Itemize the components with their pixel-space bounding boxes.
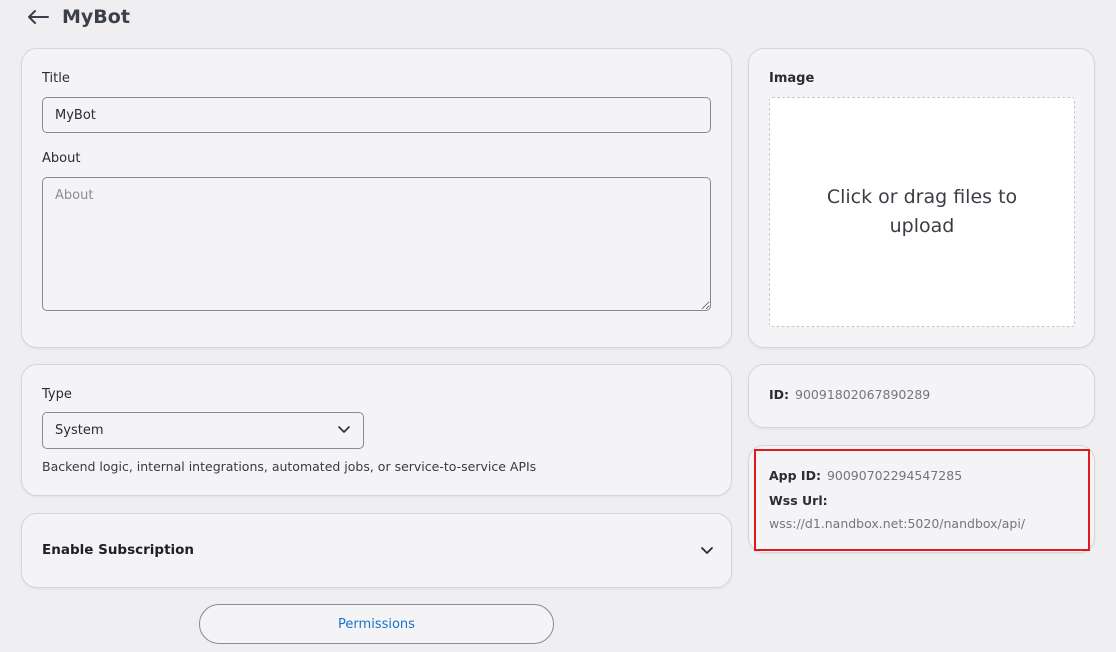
app-connection-card: App ID: 90090702294547285 Wss Url: wss://…: [748, 445, 1095, 553]
chevron-down-icon: [337, 421, 351, 440]
app-id-value: 90090702294547285: [826, 468, 963, 483]
about-input[interactable]: [42, 177, 711, 311]
type-select[interactable]: System: [42, 412, 364, 449]
id-row: ID: 90091802067890289: [769, 387, 930, 402]
id-label: ID:: [769, 387, 790, 402]
app-id-label: App ID:: [769, 468, 821, 483]
bot-settings-page: MyBot Title About Type System Backend lo…: [0, 0, 1116, 652]
back-arrow-icon[interactable]: [26, 5, 50, 29]
title-input[interactable]: [42, 97, 711, 133]
image-upload-dropzone[interactable]: Click or drag files to upload: [769, 97, 1075, 327]
image-card: Image Click or drag files to upload: [748, 48, 1095, 348]
wss-url-row: wss://d1.nandbox.net:5020/nandbox/api/: [769, 516, 1025, 531]
permissions-button[interactable]: Permissions: [199, 604, 554, 644]
chevron-down-icon: [699, 542, 715, 558]
dropzone-text: Click or drag files to upload: [826, 186, 1018, 237]
page-title: MyBot: [62, 6, 130, 28]
enable-subscription-accordion[interactable]: Enable Subscription: [21, 513, 732, 588]
enable-subscription-label: Enable Subscription: [42, 542, 195, 558]
about-label: About: [42, 151, 81, 166]
type-description: Backend logic, internal integrations, au…: [42, 459, 537, 474]
type-label: Type: [42, 387, 72, 402]
type-selected-value: System: [55, 423, 104, 438]
app-id-row: App ID: 90090702294547285: [769, 468, 962, 483]
wss-url-label-row: Wss Url:: [769, 493, 834, 508]
wss-url-label: Wss Url:: [769, 493, 828, 508]
type-card: Type System Backend logic, internal inte…: [21, 364, 732, 496]
title-label: Title: [42, 71, 70, 86]
wss-url-value: wss://d1.nandbox.net:5020/nandbox/api/: [769, 516, 1026, 531]
general-info-card: Title About: [21, 48, 732, 348]
id-card: ID: 90091802067890289: [748, 364, 1095, 428]
header: MyBot: [26, 4, 130, 30]
image-label: Image: [769, 71, 815, 86]
id-value: 90091802067890289: [795, 387, 931, 402]
